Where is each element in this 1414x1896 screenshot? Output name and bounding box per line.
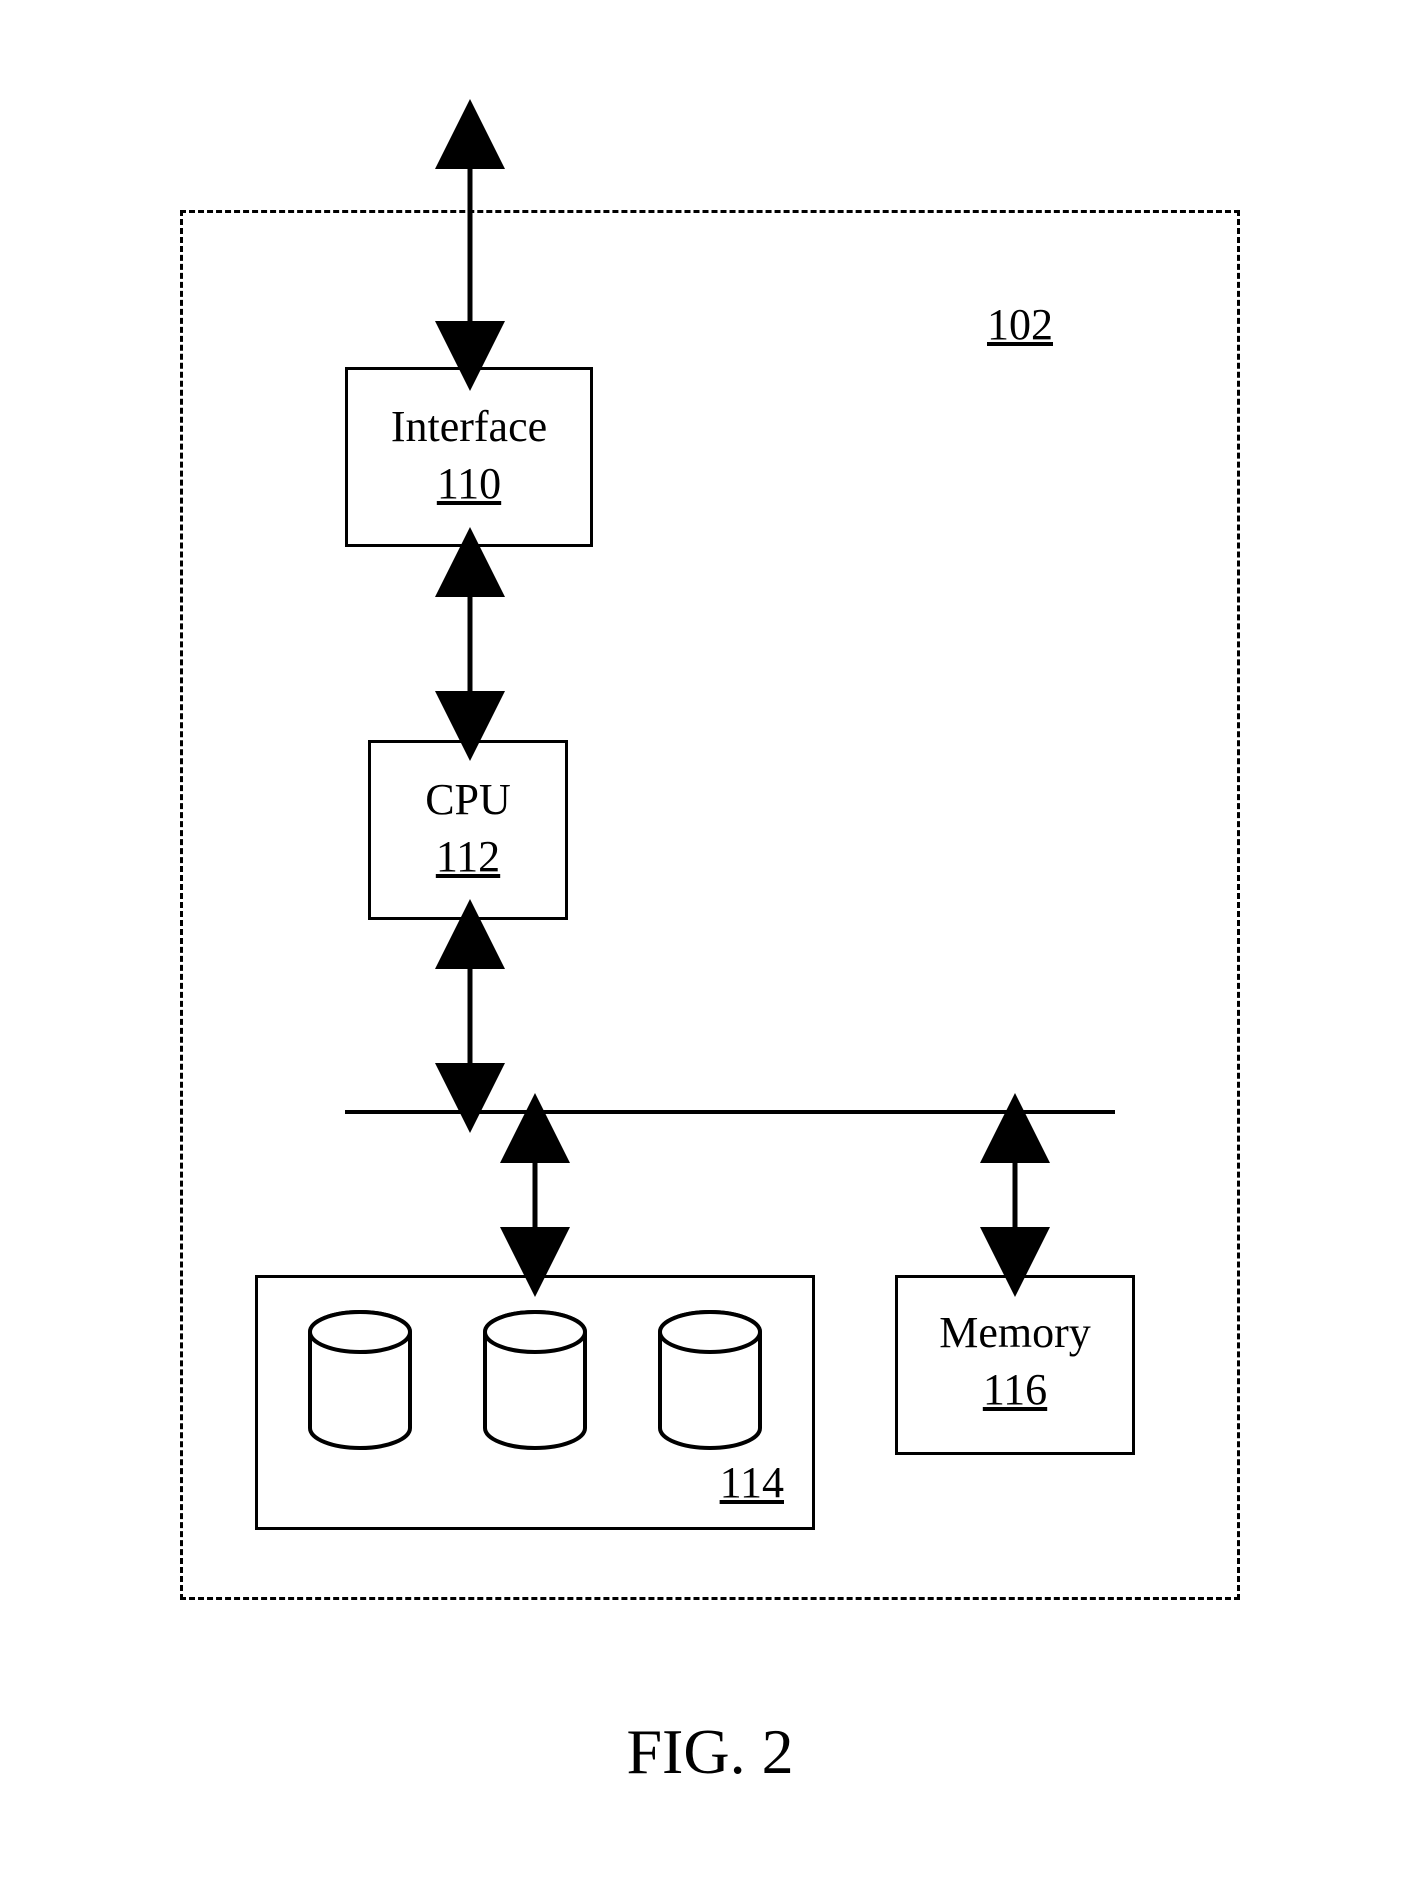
- memory-title: Memory: [898, 1308, 1132, 1359]
- arrow-interface-cpu: [452, 548, 488, 740]
- disk-icon-3: [650, 1310, 770, 1450]
- diagram-canvas: 102 Interface 110 CPU 112 114 Memory 116: [0, 0, 1414, 1896]
- arrow-cpu-bus: [452, 920, 488, 1110]
- cpu-title: CPU: [371, 775, 565, 826]
- storage-ref: 114: [684, 1458, 784, 1509]
- disk-icon-1: [300, 1310, 420, 1450]
- interface-title: Interface: [348, 402, 590, 453]
- arrow-bus-memory: [997, 1114, 1033, 1276]
- interface-block: Interface 110: [345, 367, 593, 547]
- interface-ref: 110: [348, 459, 590, 510]
- arrow-bus-storage: [517, 1114, 553, 1276]
- memory-block: Memory 116: [895, 1275, 1135, 1455]
- cpu-block: CPU 112: [368, 740, 568, 920]
- system-ref-label: 102: [960, 300, 1080, 351]
- cpu-ref: 112: [371, 832, 565, 883]
- memory-ref: 116: [898, 1365, 1132, 1416]
- figure-caption: FIG. 2: [560, 1715, 860, 1789]
- arrow-external-interface: [452, 120, 488, 370]
- disk-icon-2: [475, 1310, 595, 1450]
